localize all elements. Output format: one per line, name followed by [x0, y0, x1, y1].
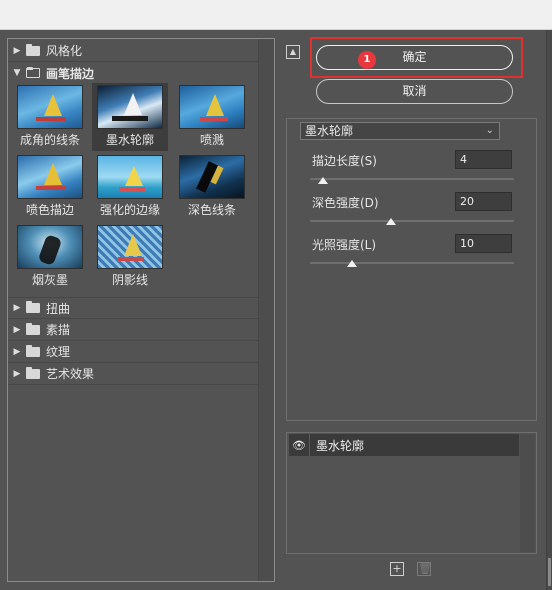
- filter-caption: 强化的边缘: [99, 203, 160, 217]
- folder-row-brush-strokes[interactable]: ▼ 画笔描边: [8, 62, 258, 84]
- folder-icon: [26, 344, 40, 357]
- folder-row-texture[interactable]: ▶ 纹理: [8, 341, 258, 363]
- effect-layer-row[interactable]: 👁 墨水轮廓: [289, 434, 519, 456]
- filter-preview-image: [97, 225, 163, 269]
- param-label-light-intensity: 光照强度(L): [312, 238, 377, 252]
- chevron-right-icon[interactable]: ▶: [8, 303, 26, 313]
- filter-thumb-angled-strokes[interactable]: 成角的线条: [12, 83, 88, 151]
- filter-select[interactable]: 墨水轮廓 ⌄: [300, 122, 500, 140]
- folder-row-sketch[interactable]: ▶ 素描: [8, 319, 258, 341]
- collapse-icon[interactable]: ▲: [286, 45, 300, 59]
- chevron-down-icon: ⌄: [485, 125, 494, 136]
- light-intensity-slider[interactable]: [310, 262, 514, 264]
- filter-caption: 成角的线条: [19, 133, 80, 147]
- window-top-strip: [0, 0, 552, 30]
- filter-caption: 深色线条: [187, 203, 236, 217]
- chevron-right-icon[interactable]: ▶: [8, 347, 26, 357]
- light-intensity-slider-thumb[interactable]: [347, 260, 357, 267]
- filter-preview-image: [17, 155, 83, 199]
- folder-label: 扭曲: [46, 301, 71, 316]
- filter-preview-image: [97, 85, 163, 129]
- filter-thumb-ink-outlines[interactable]: 墨水轮廓: [92, 83, 168, 151]
- folder-row-distort[interactable]: ▶ 扭曲: [8, 297, 258, 319]
- filter-thumb-dark-strokes[interactable]: 深色线条: [174, 153, 250, 221]
- filter-thumb-spatter[interactable]: 喷溅: [174, 83, 250, 151]
- param-label-stroke-length: 描边长度(S): [312, 154, 377, 168]
- highlight-box: [310, 37, 523, 78]
- stroke-length-slider[interactable]: [310, 178, 514, 180]
- new-layer-icon[interactable]: +: [390, 562, 404, 576]
- filter-select-value: 墨水轮廓: [305, 124, 354, 138]
- folder-icon: [26, 301, 40, 313]
- filter-thumb-sumi-e[interactable]: 烟灰墨: [12, 223, 88, 291]
- dark-intensity-slider-thumb[interactable]: [386, 218, 396, 225]
- folder-label: 素描: [46, 323, 71, 337]
- light-intensity-input[interactable]: 10: [455, 234, 512, 253]
- folder-label: 纹理: [46, 345, 71, 359]
- effect-layer-label: 墨水轮廓: [316, 438, 365, 453]
- filter-thumb-accented-edges[interactable]: 强化的边缘: [92, 153, 168, 221]
- dark-intensity-input[interactable]: 20: [455, 192, 512, 211]
- filter-gallery-panel: ▶ 风格化 ▼ 画笔描边 成角的线条 墨水轮廓 喷溅 喷色描边 强化的边缘 深色…: [7, 38, 275, 582]
- filter-thumb-crosshatch[interactable]: 阴影线: [92, 223, 168, 291]
- filter-tree-scrollbar[interactable]: [258, 39, 274, 581]
- folder-label: 艺术效果: [46, 367, 95, 381]
- filter-preview-image: [97, 155, 163, 199]
- chevron-right-icon[interactable]: ▶: [8, 46, 26, 56]
- filter-thumb-sprayed-strokes[interactable]: 喷色描边: [12, 153, 88, 221]
- outer-scrollbar[interactable]: [546, 30, 552, 590]
- stroke-length-input[interactable]: 4: [455, 150, 512, 169]
- filter-caption: 墨水轮廓: [105, 133, 154, 147]
- layer-divider: [309, 434, 310, 456]
- filter-tree: ▶ 风格化 ▼ 画笔描边 成角的线条 墨水轮廓 喷溅 喷色描边 强化的边缘 深色…: [8, 39, 258, 581]
- folder-label: 风格化: [46, 44, 83, 58]
- param-label-dark-intensity: 深色强度(D): [312, 196, 379, 210]
- filter-preview-image: [179, 155, 245, 199]
- folder-label: 画笔描边: [46, 66, 95, 81]
- folder-icon: [26, 43, 40, 56]
- filter-caption: 喷色描边: [25, 203, 74, 217]
- filter-caption: 烟灰墨: [31, 273, 68, 287]
- folder-row-stylize[interactable]: ▶ 风格化: [8, 40, 258, 62]
- filter-caption: 阴影线: [111, 273, 148, 287]
- cancel-button[interactable]: 取消: [316, 79, 513, 104]
- folder-icon: [26, 322, 40, 335]
- filter-preview-image: [17, 85, 83, 129]
- trash-icon[interactable]: 🗑: [417, 562, 432, 576]
- filter-preview-image: [17, 225, 83, 269]
- chevron-right-icon[interactable]: ▶: [8, 369, 26, 379]
- outer-scroll-thumb[interactable]: [548, 558, 551, 586]
- stroke-length-slider-thumb[interactable]: [318, 177, 328, 184]
- folder-row-artistic[interactable]: ▶ 艺术效果: [8, 363, 258, 385]
- filter-caption: 喷溅: [199, 133, 224, 147]
- filter-preview-image: [179, 85, 245, 129]
- eye-icon[interactable]: 👁: [289, 439, 309, 452]
- layers-scrollbar[interactable]: [520, 434, 535, 552]
- folder-icon: [26, 366, 40, 379]
- chevron-down-icon[interactable]: ▼: [8, 68, 26, 78]
- folder-open-icon: [26, 67, 40, 78]
- chevron-right-icon[interactable]: ▶: [8, 325, 26, 335]
- dark-intensity-slider[interactable]: [310, 220, 514, 222]
